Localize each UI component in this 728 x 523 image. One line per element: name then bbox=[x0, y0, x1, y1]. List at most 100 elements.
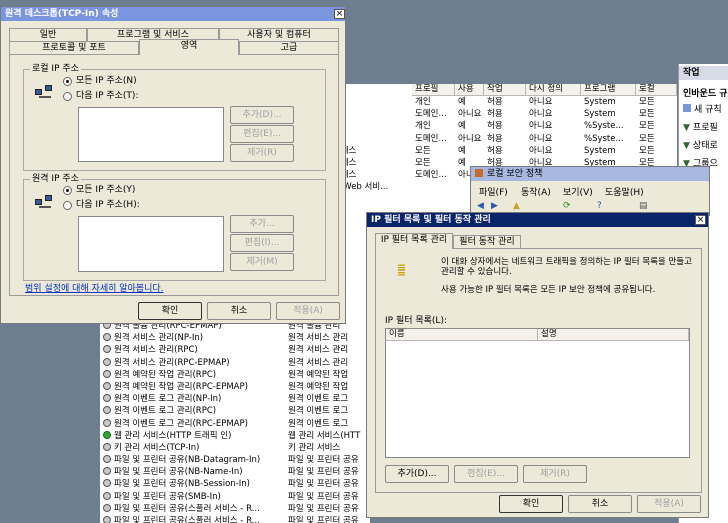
tab-ip-filter-list[interactable]: IP 필터 목록 관리 bbox=[375, 233, 453, 249]
remote-any-ip-radio[interactable] bbox=[63, 186, 72, 195]
table-row[interactable]: 원격 서비스 관리(RPC-EPMAP) 원격 서비스 관리 bbox=[100, 357, 370, 369]
rule-properties-dialog: 원격 데스크톱(TCP-In) 속성 × 일반 프로그램 및 서비스 사용자 및… bbox=[0, 6, 346, 324]
remote-these-ip-radio[interactable] bbox=[63, 201, 72, 210]
ok-button[interactable]: 확인 bbox=[499, 495, 563, 513]
ipf-title: IP 필터 목록 및 필터 동작 관리 bbox=[371, 215, 491, 225]
table-row[interactable]: 웹 관리 서비스(HTTP 트래픽 인) 웹 관리 서비스(HTT bbox=[100, 430, 370, 442]
table-cell: 개인 bbox=[415, 121, 431, 132]
table-cell: 아니요 bbox=[458, 109, 482, 120]
rule-name-cell: 키 관리 서비스(TCP-In) bbox=[103, 442, 287, 454]
help-icon[interactable]: ? bbox=[597, 201, 602, 211]
table-row[interactable]: 파일 및 프린터 공유(NB-Datagram-In) 파일 및 프린터 공유 bbox=[100, 454, 370, 466]
remote-ip-list[interactable] bbox=[78, 216, 224, 272]
ok-button[interactable]: 확인 bbox=[138, 302, 202, 320]
table-row[interactable]: 도메인... 아니요 허용 아니요 %Syste... 모든 bbox=[330, 133, 677, 145]
learn-more-scope-link[interactable]: 범위 설정에 대해 자세히 알아봅니다. bbox=[25, 281, 164, 294]
action-state[interactable]: ▼ 상태로 bbox=[683, 138, 718, 151]
disabled-rule-icon bbox=[103, 455, 111, 464]
remote-add-button[interactable]: 추가... bbox=[230, 215, 294, 233]
table-cell: 아니요 bbox=[529, 145, 553, 156]
actions-section[interactable]: 인바운드 규 bbox=[683, 86, 728, 99]
col-header-action[interactable]: 작업 bbox=[484, 84, 526, 96]
table-row[interactable]: 원격 예약된 작업 관리(RPC) 원격 예약된 작업 bbox=[100, 369, 370, 381]
table-row[interactable]: 원격 서비스 관리(NP-In) 원격 서비스 관리 bbox=[100, 332, 370, 344]
table-row[interactable]: 원격 이벤트 로그 관리(RPC-EPMAP) 원격 이벤트 로그 bbox=[100, 418, 370, 430]
menu-view[interactable]: 보기(V) bbox=[563, 185, 593, 198]
table-row[interactable]: 액세스모든예허용아니요System모든 bbox=[330, 145, 677, 157]
action-profile[interactable]: ▼ 프로필 bbox=[683, 120, 718, 133]
col-header-description[interactable]: 설명 bbox=[538, 329, 689, 341]
col-header-program[interactable]: 프로그램 bbox=[581, 84, 636, 96]
up-icon[interactable]: ▲ bbox=[513, 201, 520, 211]
ipf-add-button[interactable]: 추가(D)... bbox=[385, 465, 449, 483]
lsp-titlebar[interactable]: 로컬 보안 정책 bbox=[471, 167, 709, 181]
rule-name: 원격 서비스 관리(RPC) bbox=[114, 345, 198, 356]
refresh-icon[interactable]: ⟳ bbox=[563, 201, 571, 211]
table-row[interactable]: 원격 서비스 관리(RPC) 원격 서비스 관리 bbox=[100, 344, 370, 356]
tab-general[interactable]: 일반 bbox=[9, 28, 87, 41]
action-new-rule[interactable]: 새 규칙 bbox=[683, 102, 722, 115]
col-header-name[interactable]: 이름 bbox=[386, 329, 538, 341]
rule-name-cell: 원격 서비스 관리(RPC) bbox=[103, 344, 287, 356]
col-header-override[interactable]: 다시 정의 bbox=[526, 84, 581, 96]
local-add-button[interactable]: 추가(D)... bbox=[230, 106, 294, 124]
local-ip-list[interactable] bbox=[78, 107, 224, 162]
ip-filter-list[interactable]: 이름 설명 bbox=[385, 328, 690, 458]
props-titlebar[interactable]: 원격 데스크톱(TCP-In) 속성 bbox=[1, 7, 345, 21]
local-remove-button[interactable]: 제거(R) bbox=[230, 144, 294, 162]
rule-name-cell: 파일 및 프린터 공유(SMB-In) bbox=[103, 491, 287, 503]
tab-scope[interactable]: 영역 bbox=[139, 39, 239, 55]
table-row[interactable]: 키 관리 서비스(TCP-In) 키 관리 서비스 bbox=[100, 442, 370, 454]
back-icon[interactable]: ◀ bbox=[477, 201, 484, 211]
local-edit-button[interactable]: 편집(E)... bbox=[230, 125, 294, 143]
rule-name-cell: 원격 예약된 작업 관리(RPC) bbox=[103, 369, 287, 381]
local-these-ip-radio[interactable] bbox=[63, 92, 72, 101]
table-row[interactable]: 원격 이벤트 로그 관리(RPC) 원격 이벤트 로그 bbox=[100, 405, 370, 417]
local-these-ip-label: 다음 IP 주소(T): bbox=[76, 91, 139, 101]
table-row[interactable]: 파일 및 프린터 공유(SMB-In) 파일 및 프린터 공유 bbox=[100, 491, 370, 503]
table-cell: 모든 bbox=[639, 109, 655, 120]
col-header-profile[interactable]: 프로필 bbox=[412, 84, 455, 96]
forward-icon[interactable]: ▶ bbox=[491, 201, 498, 211]
close-icon[interactable]: × bbox=[695, 215, 706, 225]
table-row[interactable]: 원격 예약된 작업 관리(RPC-EPMAP) 원격 예약된 작업 bbox=[100, 381, 370, 393]
ipf-remove-button[interactable]: 제거(R) bbox=[523, 465, 587, 483]
rules-rows-bottom: 원격 볼륨 관리(RPC-EPMAP) 원격 볼륨 관리 원격 서비스 관리(NP-… bbox=[100, 320, 370, 523]
menu-help[interactable]: 도움말(H) bbox=[605, 185, 644, 198]
filter-icon: ▼ bbox=[683, 141, 690, 151]
action-label: 프로필 bbox=[692, 123, 718, 133]
table-row[interactable]: 파일 및 프린터 공유(스풀러 서비스 - R... 파일 및 프린터 공유 bbox=[100, 515, 370, 523]
remote-edit-button[interactable]: 편집(I)... bbox=[230, 234, 294, 252]
table-row[interactable]: 파일 및 프린터 공유(스풀러 서비스 - R... 파일 및 프린터 공유 bbox=[100, 503, 370, 515]
rule-name: 파일 및 프린터 공유(스풀러 서비스 - R... bbox=[114, 516, 260, 523]
rule-name: 파일 및 프린터 공유(NB-Name-In) bbox=[114, 467, 243, 478]
rule-name: 파일 및 프린터 공유(SMB-In) bbox=[114, 491, 221, 502]
table-row[interactable]: 원격 이벤트 로그 관리(NP-In) 원격 이벤트 로그 bbox=[100, 393, 370, 405]
tab-protocols-ports[interactable]: 프로토콜 및 포트 bbox=[9, 41, 139, 54]
rule-name: 파일 및 프린터 공유(NB-Datagram-In) bbox=[114, 455, 261, 466]
col-header-local[interactable]: 로컬 bbox=[636, 84, 677, 96]
menu-file[interactable]: 파일(F) bbox=[479, 185, 508, 198]
remote-remove-button[interactable]: 제거(M) bbox=[230, 253, 294, 271]
table-row[interactable]: 파일 및 프린터 공유(NB-Session-In) 파일 및 프린터 공유 bbox=[100, 478, 370, 490]
close-icon[interactable]: × bbox=[334, 9, 345, 19]
table-row[interactable]: 도메인... 아니요 허용 아니요 System 모든 bbox=[330, 108, 677, 120]
apply-button[interactable]: 적용(A) bbox=[637, 495, 701, 513]
table-row[interactable]: 파일 및 프린터 공유(NB-Name-In) 파일 및 프린터 공유 bbox=[100, 466, 370, 478]
cancel-button[interactable]: 취소 bbox=[207, 302, 271, 320]
disabled-rule-icon bbox=[103, 479, 111, 488]
ipf-edit-button[interactable]: 편집(E)... bbox=[454, 465, 518, 483]
table-row[interactable]: 개인 예 허용 아니요 System 모든 bbox=[330, 96, 677, 108]
menu-action[interactable]: 동작(A) bbox=[521, 185, 551, 198]
apply-button[interactable]: 적용(A) bbox=[276, 302, 340, 320]
properties-icon[interactable]: ▤ bbox=[639, 201, 648, 211]
local-any-ip-radio[interactable] bbox=[63, 77, 72, 86]
tab-advanced[interactable]: 고급 bbox=[239, 41, 339, 54]
table-cell: System bbox=[584, 109, 616, 120]
local-ip-group-title: 로컬 IP 주소 bbox=[30, 64, 81, 74]
col-header-enabled[interactable]: 사용 bbox=[455, 84, 484, 96]
table-row[interactable]: 개인 예 허용 아니요 %Syste... 모든 bbox=[330, 120, 677, 132]
ipf-titlebar[interactable]: IP 필터 목록 및 필터 동작 관리 bbox=[367, 213, 708, 227]
tab-filter-actions[interactable]: 필터 동작 관리 bbox=[453, 235, 521, 248]
cancel-button[interactable]: 취소 bbox=[568, 495, 632, 513]
